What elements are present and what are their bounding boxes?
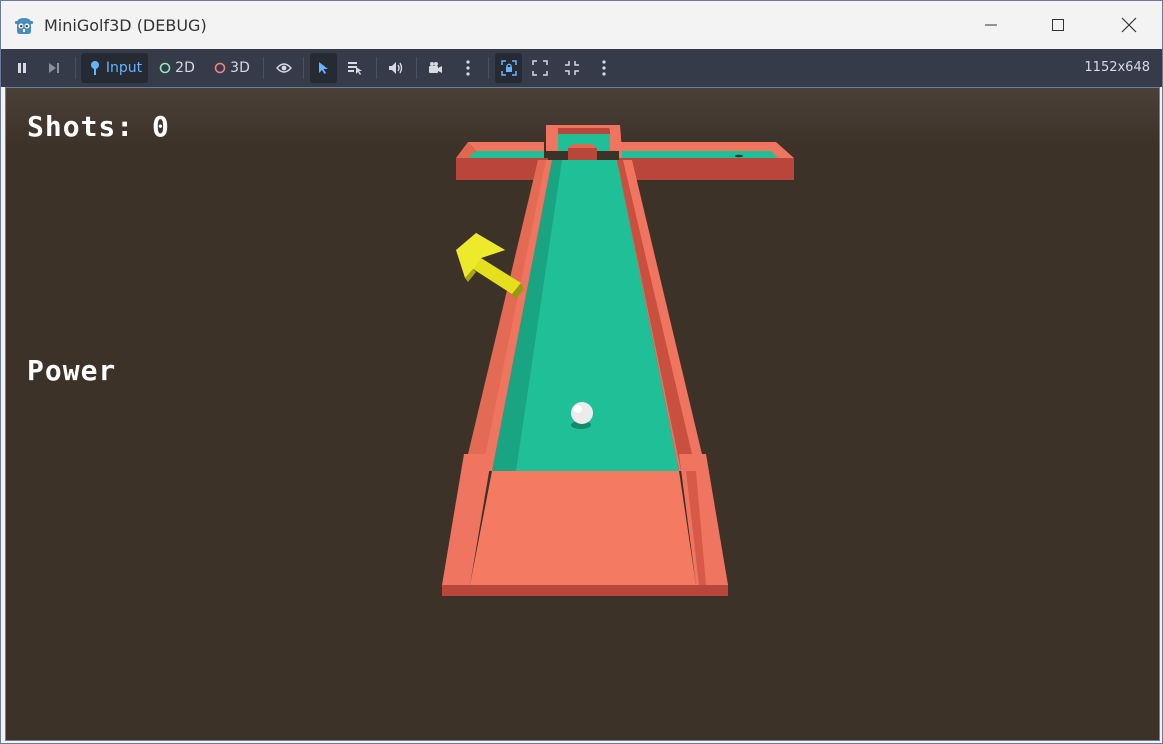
next-frame-icon — [49, 63, 59, 73]
kebab-menu-icon — [602, 60, 606, 76]
godot-app-icon — [15, 18, 33, 34]
eye-icon — [276, 63, 292, 73]
game-viewport[interactable]: Shots: 0 Power — [5, 87, 1160, 741]
toolbar-separator — [303, 57, 304, 79]
minimize-button[interactable] — [956, 1, 1026, 49]
minigolf-course-scene — [442, 125, 794, 596]
debug-toolbar: Input 2D 3D 1152x648 — [1, 49, 1162, 87]
audio-button[interactable] — [383, 53, 409, 83]
golf-hole — [735, 154, 743, 158]
embed-lock-button[interactable] — [495, 53, 522, 83]
expand-button[interactable] — [527, 53, 553, 83]
close-button[interactable] — [1094, 1, 1163, 49]
golf-ball — [571, 402, 593, 429]
expand-icon — [532, 60, 548, 76]
camera-menu-button[interactable] — [455, 53, 481, 83]
pause-icon — [18, 63, 26, 73]
toolbar-separator — [416, 57, 417, 79]
camera-icon — [429, 62, 442, 73]
kebab-menu-icon — [466, 60, 470, 76]
toolbar-separator — [75, 57, 76, 79]
fit-icon — [565, 61, 579, 75]
speaker-icon — [389, 62, 403, 74]
pause-button[interactable] — [9, 53, 35, 83]
circle-3d-icon — [214, 62, 226, 74]
close-icon — [1121, 17, 1137, 33]
power-label: Power — [27, 354, 117, 387]
visibility-button[interactable] — [271, 53, 297, 83]
list-select-button[interactable] — [342, 53, 368, 83]
cursor-icon — [318, 62, 328, 74]
title-bar[interactable]: MiniGolf3D (DEBUG) — [1, 1, 1162, 49]
resolution-label: 1152x648 — [1084, 60, 1150, 75]
keep-aspect-button[interactable] — [559, 53, 585, 83]
maximize-icon — [1052, 19, 1064, 31]
camera-button[interactable] — [422, 53, 448, 83]
circle-2d-icon — [159, 62, 171, 74]
input-toggle[interactable]: Input — [81, 53, 148, 83]
mode-3d-label: 3D — [230, 60, 250, 76]
course-tee-area — [442, 454, 728, 596]
mode-2d-button[interactable]: 2D — [154, 53, 200, 83]
shots-counter: Shots: 0 — [27, 110, 170, 143]
game-window: MiniGolf3D (DEBUG) Input 2D 3D 1152x648 … — [0, 0, 1163, 744]
next-frame-button[interactable] — [41, 53, 67, 83]
mode-3d-button[interactable]: 3D — [209, 53, 255, 83]
lock-frame-icon — [500, 60, 517, 76]
toolbar-separator — [263, 57, 264, 79]
joystick-icon — [90, 61, 99, 75]
input-label: Input — [105, 60, 143, 76]
toolbar-separator — [376, 57, 377, 79]
minimize-icon — [985, 24, 997, 26]
course-obstacle-block — [568, 148, 597, 160]
embed-menu-button[interactable] — [591, 53, 617, 83]
list-cursor-icon — [348, 62, 362, 75]
window-title: MiniGolf3D (DEBUG) — [44, 16, 207, 35]
select-button[interactable] — [310, 53, 337, 83]
toolbar-separator — [488, 57, 489, 79]
maximize-button[interactable] — [1023, 1, 1093, 49]
mode-2d-label: 2D — [175, 60, 195, 76]
